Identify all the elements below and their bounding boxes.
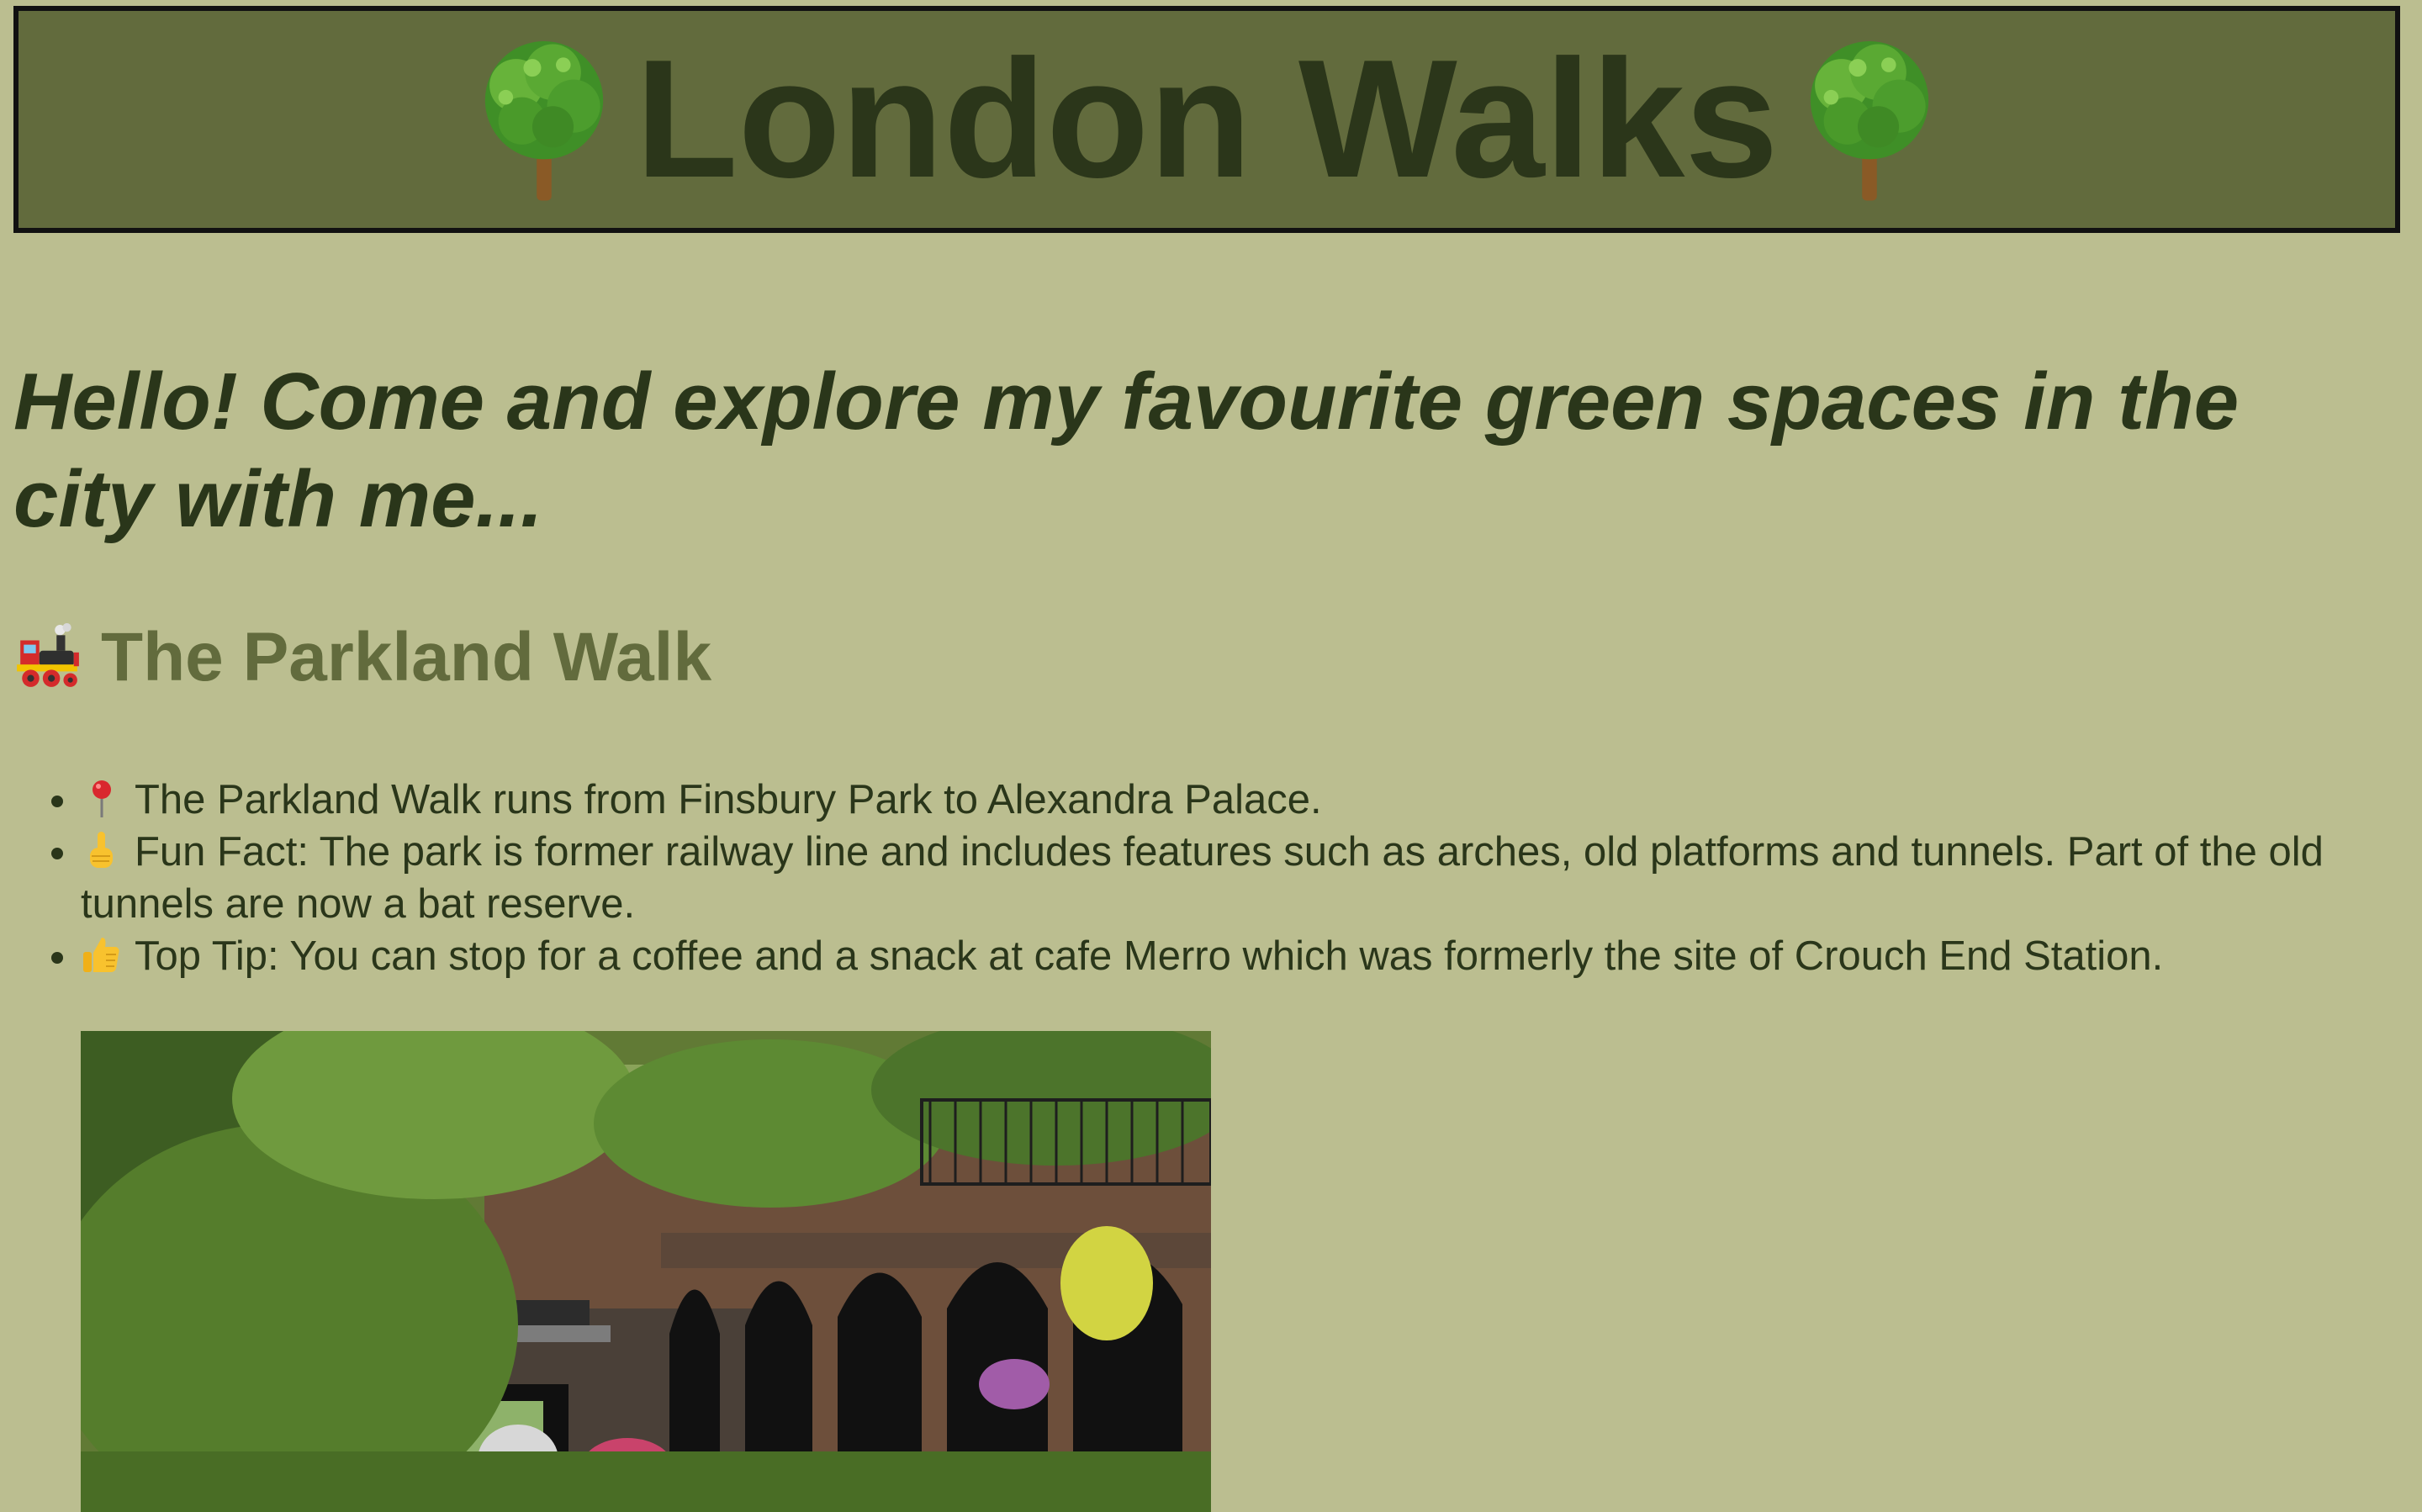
- deciduous-tree-icon: [485, 41, 604, 201]
- walk-facts-list: The Parkland Walk runs from Finsbury Par…: [45, 774, 2422, 982]
- parkland-walk-arches-photo: [81, 1031, 1211, 1512]
- deciduous-tree-icon: [1810, 41, 1928, 201]
- list-item-text: The Parkland Walk runs from Finsbury Par…: [135, 777, 1322, 822]
- steam-locomotive-icon: [17, 623, 79, 687]
- round-pushpin-icon: [93, 780, 111, 817]
- list-item-text: Fun Fact: The park is former railway lin…: [81, 829, 2324, 927]
- site-header: London Walks: [13, 6, 2400, 233]
- list-item: Fun Fact: The park is former railway lin…: [81, 826, 2422, 930]
- section-heading: The Parkland Walk: [13, 618, 711, 697]
- site-title: London Walks: [635, 25, 1779, 213]
- section-title-text: The Parkland Walk: [101, 619, 712, 695]
- index-pointing-up-icon: [90, 832, 113, 868]
- thumbs-up-icon: [83, 938, 119, 972]
- list-item: Top Tip: You can stop for a coffee and a…: [81, 930, 2422, 982]
- list-item-text: Top Tip: You can stop for a coffee and a…: [135, 933, 2164, 979]
- intro-heading: Hello! Come and explore my favourite gre…: [13, 357, 2240, 544]
- list-item: The Parkland Walk runs from Finsbury Par…: [81, 774, 2422, 826]
